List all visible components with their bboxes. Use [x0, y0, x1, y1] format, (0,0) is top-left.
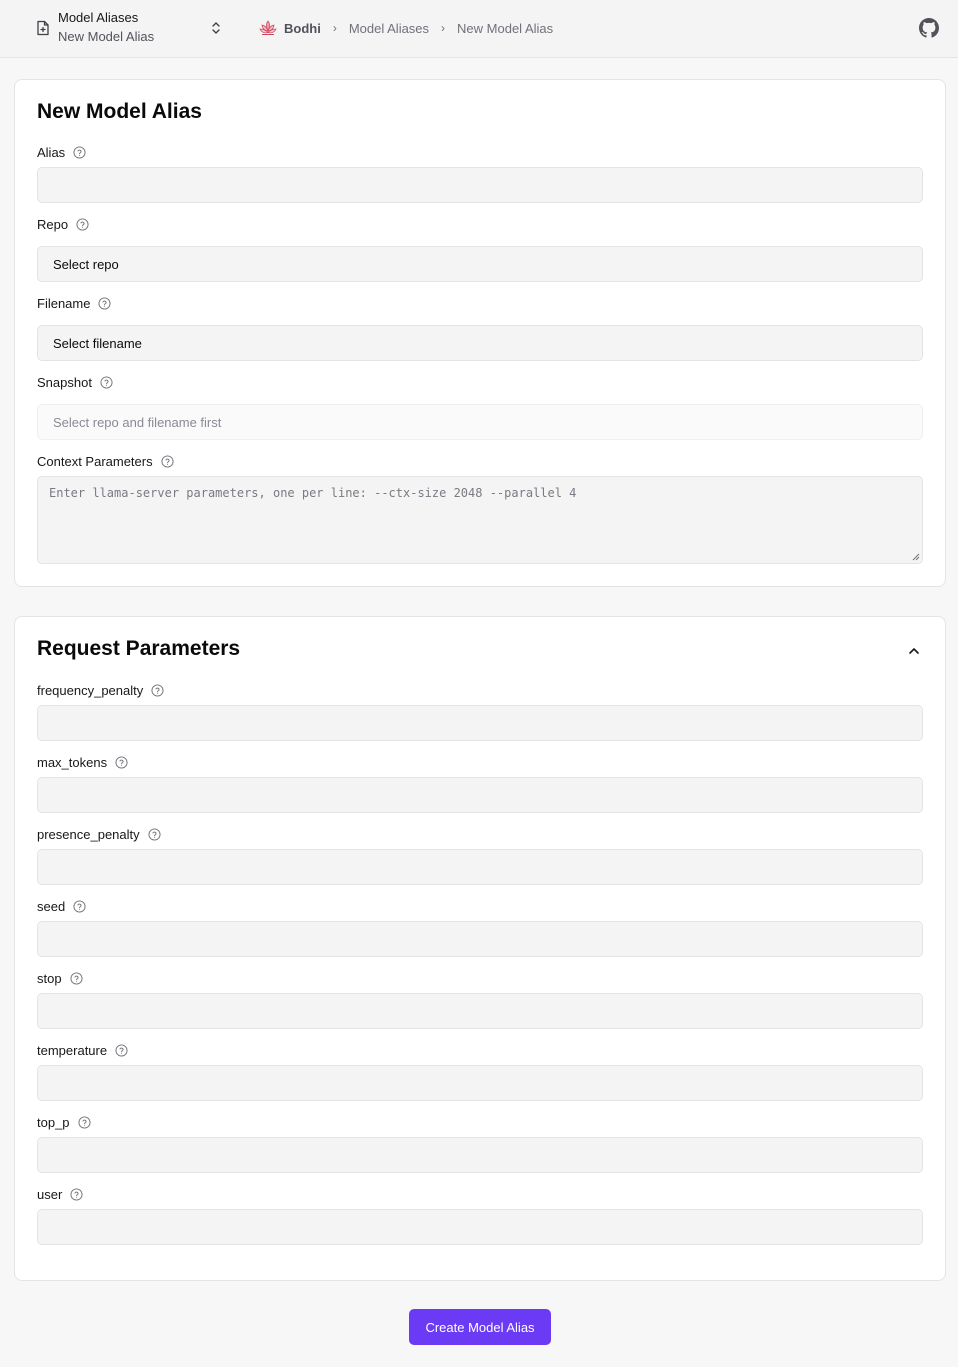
help-circle-icon[interactable] — [78, 1115, 91, 1129]
chevron-right-icon: › — [332, 21, 337, 35]
alias-label: Alias — [37, 144, 86, 160]
page-switcher[interactable]: Model Aliases New Model Alias — [30, 8, 230, 48]
resize-grip-icon[interactable] — [911, 552, 920, 561]
request-field-label-text: user — [37, 1186, 63, 1202]
presence-penalty-input[interactable] — [37, 849, 923, 885]
request-field-label-text: max_tokens — [37, 754, 108, 770]
context-label-text: Context Parameters — [37, 453, 153, 469]
seed-input[interactable] — [37, 921, 923, 957]
filename-label-text: Filename — [37, 295, 91, 311]
chevron-up-icon[interactable] — [907, 646, 921, 656]
context-parameters-label: Context Parameters — [37, 453, 174, 469]
request-field-label-text: presence_penalty — [37, 826, 140, 842]
filename-label: Filename — [37, 295, 112, 311]
help-circle-icon[interactable] — [73, 145, 86, 159]
request-field-label-text: temperature — [37, 1042, 108, 1058]
breadcrumb-home-link[interactable]: Bodhi — [284, 21, 321, 36]
temperature-label: temperature — [37, 1042, 128, 1058]
filename-select[interactable]: Select filename — [37, 325, 923, 361]
request-field-label-text: stop — [37, 970, 62, 986]
request-parameters-card: Request Parameters frequency_penalty max… — [14, 616, 946, 1281]
repo-label-text: Repo — [37, 216, 69, 232]
request-parameters-title: Request Parameters — [37, 637, 241, 660]
create-model-alias-button[interactable]: Create Model Alias — [409, 1309, 551, 1345]
stop-label: stop — [37, 970, 83, 986]
help-circle-icon[interactable] — [70, 971, 83, 985]
snapshot-select: Select repo and filename first — [37, 404, 923, 440]
top-p-input[interactable] — [37, 1137, 923, 1173]
help-circle-icon[interactable] — [100, 375, 113, 389]
chevrons-up-down-icon — [212, 22, 220, 34]
temperature-input[interactable] — [37, 1065, 923, 1101]
max-tokens-input[interactable] — [37, 777, 923, 813]
request-field-label-text: seed — [37, 898, 66, 914]
model-alias-form-card: New Model Alias Alias Repo Select repo F… — [14, 79, 946, 587]
help-circle-icon[interactable] — [98, 296, 112, 310]
request-field-label-text: top_p — [37, 1114, 70, 1130]
help-circle-icon[interactable] — [76, 217, 89, 231]
lotus-logo-icon — [259, 20, 277, 35]
user-input[interactable] — [37, 1209, 923, 1245]
top-p-label: top_p — [37, 1114, 91, 1130]
help-circle-icon[interactable] — [73, 899, 86, 913]
alias-label-text: Alias — [37, 144, 66, 160]
repo-label: Repo — [37, 216, 89, 232]
stop-input[interactable] — [37, 993, 923, 1029]
alias-input[interactable] — [37, 167, 923, 203]
help-circle-icon[interactable] — [161, 454, 174, 468]
github-icon[interactable] — [919, 18, 939, 38]
breadcrumb-current: New Model Alias — [457, 20, 554, 36]
help-circle-icon[interactable] — [70, 1187, 83, 1201]
help-circle-icon[interactable] — [148, 827, 161, 841]
seed-label: seed — [37, 898, 86, 914]
frequency-penalty-input[interactable] — [37, 705, 923, 741]
user-label: user — [37, 1186, 83, 1202]
help-circle-icon[interactable] — [115, 755, 128, 769]
context-parameters-textarea[interactable]: Enter llama-server parameters, one per l… — [37, 476, 923, 564]
context-placeholder: Enter llama-server parameters, one per l… — [49, 486, 577, 500]
chevron-right-icon: › — [441, 21, 446, 35]
presence-penalty-label: presence_penalty — [37, 826, 161, 842]
snapshot-label: Snapshot — [37, 374, 113, 390]
top-bar: Model Aliases New Model Alias Bodhi › Mo… — [0, 0, 958, 58]
breadcrumb-model-aliases-link[interactable]: Model Aliases — [349, 21, 429, 36]
repo-select[interactable]: Select repo — [37, 246, 923, 282]
request-field-label-text: frequency_penalty — [37, 682, 144, 698]
max-tokens-label: max_tokens — [37, 754, 128, 770]
switcher-title: Model Aliases — [58, 10, 139, 25]
switcher-subtitle: New Model Alias — [58, 29, 155, 44]
help-circle-icon[interactable] — [115, 1043, 128, 1057]
snapshot-label-text: Snapshot — [37, 374, 92, 390]
breadcrumb: Bodhi › Model Aliases › New Model Alias — [258, 17, 553, 39]
file-plus-icon — [37, 20, 49, 36]
frequency-penalty-label: frequency_penalty — [37, 682, 164, 698]
help-circle-icon[interactable] — [151, 683, 164, 697]
form-title: New Model Alias — [37, 100, 202, 123]
